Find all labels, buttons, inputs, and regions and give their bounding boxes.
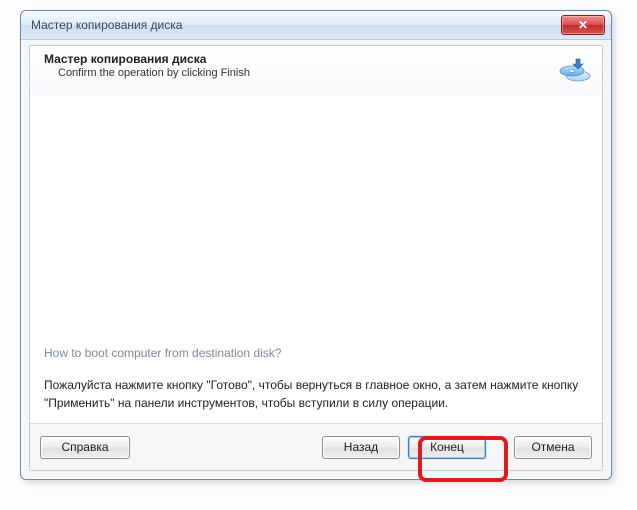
wizard-header: Мастер копирования диска Confirm the ope…	[30, 46, 602, 103]
back-button[interactable]: Назад	[322, 436, 400, 459]
close-button[interactable]: ✕	[561, 15, 605, 35]
boot-hint-link[interactable]: How to boot computer from destination di…	[44, 346, 281, 360]
wizard-subtitle: Confirm the operation by clicking Finish	[58, 67, 546, 79]
close-icon: ✕	[578, 19, 588, 31]
dialog-window: Мастер копирования диска ✕ Мастер копиро…	[20, 10, 612, 480]
disk-copy-icon	[558, 54, 592, 84]
help-button[interactable]: Справка	[40, 436, 130, 459]
titlebar[interactable]: Мастер копирования диска ✕	[21, 11, 611, 40]
button-bar: Справка Назад Конец Отмена	[30, 423, 602, 470]
instruction-text: Пожалуйста нажмите кнопку "Готово", чтоб…	[44, 377, 588, 412]
cancel-button[interactable]: Отмена	[514, 436, 592, 459]
wizard-title: Мастер копирования диска	[44, 52, 546, 66]
wizard-content: How to boot computer from destination di…	[30, 96, 602, 424]
finish-button[interactable]: Конец	[408, 436, 486, 459]
window-title: Мастер копирования диска	[31, 18, 561, 32]
dialog-body: Мастер копирования диска Confirm the ope…	[29, 45, 603, 471]
